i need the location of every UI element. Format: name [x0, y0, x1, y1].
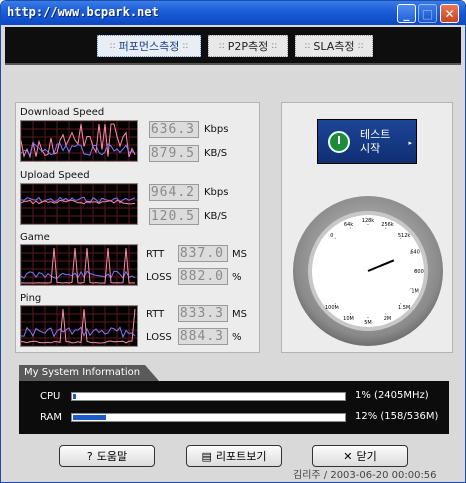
dropdown-arrow-icon: ▸	[408, 139, 412, 147]
gauge-tick-label: 1M	[411, 289, 419, 295]
tab-strip: :: 퍼포먼스측정 :: :: P2P측정 :: :: SLA측정 ::	[5, 27, 461, 65]
maximize-button: □	[418, 4, 437, 23]
ping-graph	[20, 305, 138, 347]
upload-kbs-unit: KB/S	[204, 211, 228, 222]
gauge-tick-label: 800	[414, 269, 424, 275]
test-panel: 테스트 시작 ▸ 0 64k 128k 256k 512k 640 800 1M 1.5M 2M 5…	[281, 102, 453, 353]
help-icon: ?	[86, 449, 93, 463]
window-title: http://www.bcpark.net	[7, 5, 159, 19]
system-info-title: My System Information	[19, 365, 159, 381]
ping-loss-display: 884.3	[178, 328, 228, 345]
game-label: Game	[20, 232, 50, 243]
gauge-tick-label: 1.5M	[398, 305, 410, 311]
gauge-tick-label: 100M	[325, 305, 339, 311]
download-speed-label: Download Speed	[20, 107, 105, 118]
gauge-tick-label: 10M	[343, 316, 354, 322]
download-graph	[20, 120, 138, 162]
tab-performance[interactable]: :: 퍼포먼스측정 ::	[97, 35, 201, 57]
title-bar[interactable]: http://www.bcpark.net _ □ ✕	[1, 1, 465, 25]
gauge-tick-label: 0	[330, 233, 333, 239]
meters-panel: Download Speed 636.3 Kbps 879.5 KB/S Upl…	[15, 102, 260, 353]
tab-label: SLA측정	[313, 40, 355, 53]
view-report-button-label: 리포트보기	[215, 450, 267, 463]
close-window-button[interactable]: ✕	[440, 4, 459, 23]
start-test-line1: 테스트	[360, 127, 391, 141]
download-kbs-display: 879.5	[149, 145, 199, 162]
upload-speed-label: Upload Speed	[20, 170, 90, 181]
minimize-icon: _	[403, 6, 410, 21]
ram-usage-fill	[73, 415, 106, 420]
ping-label: Ping	[20, 293, 42, 304]
cpu-label: CPU	[40, 391, 61, 402]
cpu-usage-bar	[71, 392, 346, 401]
game-loss-label: LOSS	[146, 272, 172, 283]
gauge-tick-label: 128k	[362, 218, 375, 224]
ping-rtt-unit: MS	[232, 309, 247, 320]
ping-loss-label: LOSS	[146, 332, 172, 343]
tab-label: 퍼포먼스측정	[118, 40, 180, 53]
footer-credit: 김리주 / 2003-06-20 00:00:56	[293, 470, 437, 481]
game-rtt-label: RTT	[146, 249, 165, 260]
game-rtt-display: 837.0	[178, 245, 228, 262]
download-kbs-unit: KB/S	[204, 148, 228, 159]
ping-rtt-label: RTT	[146, 309, 165, 320]
tab-sla[interactable]: :: SLA측정 ::	[295, 35, 373, 57]
app-window: http://www.bcpark.net _ □ ✕ :: 퍼포먼스측정 ::…	[0, 0, 466, 483]
upload-kbs-display: 120.5	[149, 208, 199, 225]
x-icon: ✕	[343, 449, 353, 463]
close-icon: ✕	[444, 6, 455, 21]
game-loss-display: 882.0	[178, 268, 228, 285]
maximize-icon: □	[421, 6, 434, 21]
minimize-button[interactable]: _	[397, 4, 416, 23]
game-graph	[20, 244, 138, 286]
ram-usage-bar	[71, 413, 346, 422]
gauge-tick-label: 64k	[344, 222, 353, 228]
speed-gauge: 064k128k256k512k6408001M1.5M2M5M10M100M	[293, 196, 443, 346]
game-loss-unit: %	[232, 272, 242, 283]
upload-graph	[20, 183, 138, 225]
upload-kbps-unit: Kbps	[204, 187, 229, 198]
gauge-tick-label: 5M	[364, 320, 372, 326]
ping-rtt-display: 833.3	[178, 305, 228, 322]
start-test-button[interactable]: 테스트 시작 ▸	[317, 119, 417, 164]
download-kbps-unit: Kbps	[204, 124, 229, 135]
cpu-value: 1% (2405MHz)	[355, 390, 429, 401]
help-button[interactable]: ? 도움말	[59, 445, 155, 467]
ram-value: 12% (158/536M)	[355, 411, 439, 422]
gauge-tick-label: 256k	[381, 222, 394, 228]
start-test-line2: 시작	[360, 141, 381, 155]
report-icon: ▤	[201, 449, 212, 463]
tab-p2p[interactable]: :: P2P측정 ::	[208, 35, 288, 57]
gauge-tick-label: 640	[410, 250, 420, 256]
view-report-button[interactable]: ▤ 리포트보기	[186, 445, 282, 467]
cpu-usage-fill	[73, 394, 76, 399]
ping-loss-unit: %	[232, 332, 242, 343]
game-rtt-unit: MS	[232, 249, 247, 260]
close-button[interactable]: ✕ 닫기	[312, 445, 408, 467]
tab-label: P2P측정	[227, 40, 269, 53]
close-button-label: 닫기	[356, 450, 377, 463]
gauge-tick-label: 2M	[384, 316, 392, 322]
download-kbps-display: 636.3	[149, 121, 199, 138]
help-button-label: 도움말	[96, 450, 128, 463]
ram-label: RAM	[40, 412, 63, 423]
stopwatch-icon	[328, 130, 350, 153]
system-info-panel: CPU 1% (2405MHz) RAM 12% (158/536M)	[19, 381, 449, 434]
upload-kbps-display: 964.2	[149, 184, 199, 201]
